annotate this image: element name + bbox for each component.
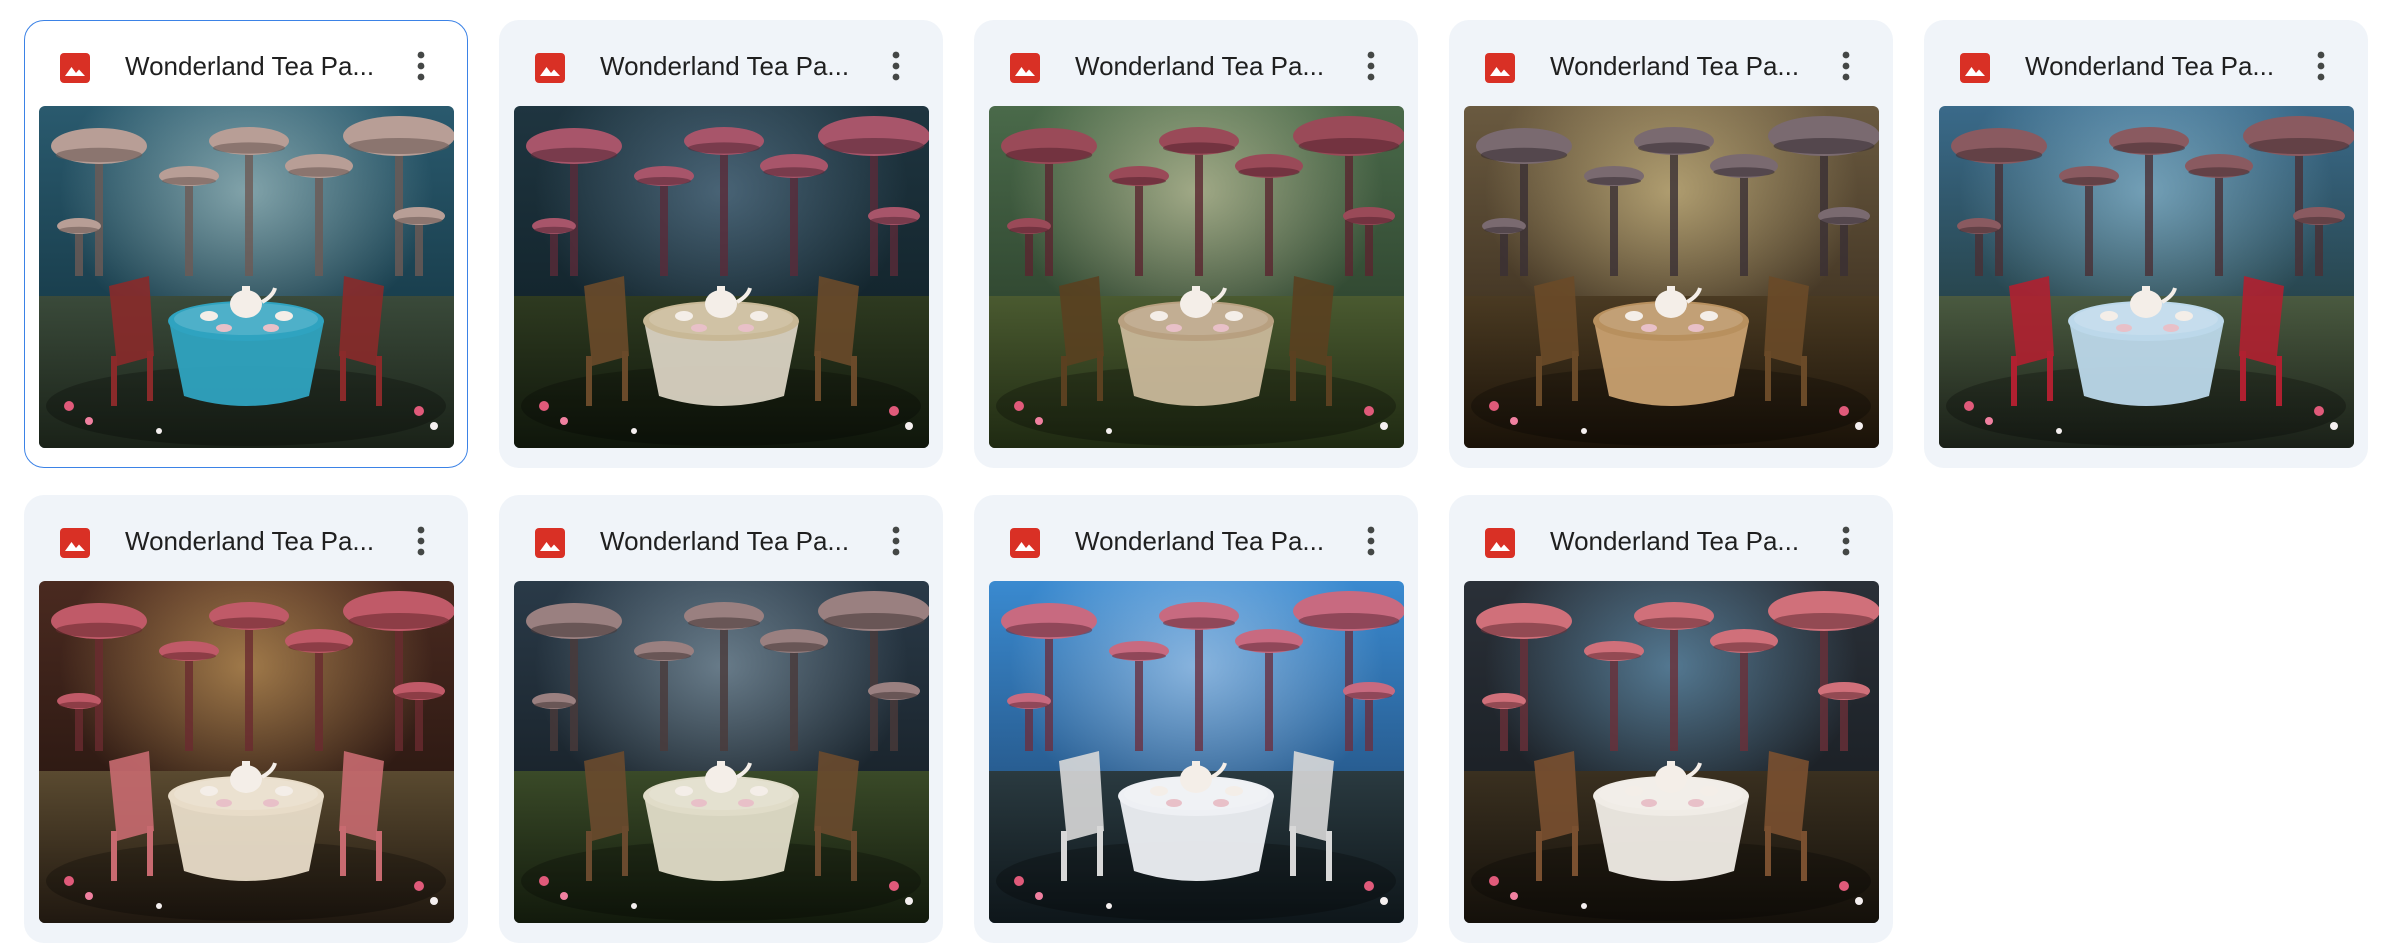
- file-thumbnail[interactable]: [39, 581, 454, 923]
- file-card[interactable]: Wonderland Tea Pa...: [1924, 20, 2368, 468]
- file-card-header: Wonderland Tea Pa...: [500, 496, 942, 580]
- file-card[interactable]: Wonderland Tea Pa...: [974, 495, 1418, 943]
- more-options-button[interactable]: [1349, 45, 1393, 89]
- more-vert-icon: [1349, 51, 1393, 81]
- more-options-button[interactable]: [2299, 45, 2343, 89]
- file-card[interactable]: Wonderland Tea Pa...: [499, 495, 943, 943]
- file-card[interactable]: Wonderland Tea Pa...: [24, 495, 468, 943]
- file-title[interactable]: Wonderland Tea Pa...: [2025, 49, 2287, 83]
- more-options-button[interactable]: [399, 520, 443, 564]
- more-vert-icon: [1824, 526, 1868, 556]
- more-vert-icon: [2299, 51, 2343, 81]
- file-card-header: Wonderland Tea Pa...: [975, 496, 1417, 580]
- file-title[interactable]: Wonderland Tea Pa...: [125, 49, 387, 83]
- file-thumbnail[interactable]: [514, 581, 929, 923]
- file-card-header: Wonderland Tea Pa...: [1450, 496, 1892, 580]
- more-options-button[interactable]: [1824, 520, 1868, 564]
- more-vert-icon: [399, 51, 443, 81]
- more-vert-icon: [1824, 51, 1868, 81]
- file-card-header: Wonderland Tea Pa...: [1925, 21, 2367, 105]
- file-card-header: Wonderland Tea Pa...: [975, 21, 1417, 105]
- image-file-icon: [59, 52, 91, 84]
- file-card[interactable]: Wonderland Tea Pa...: [1449, 495, 1893, 943]
- image-file-icon: [534, 527, 566, 559]
- file-thumbnail[interactable]: [1464, 106, 1879, 448]
- file-title[interactable]: Wonderland Tea Pa...: [125, 524, 387, 558]
- more-options-button[interactable]: [1824, 45, 1868, 89]
- file-card-header: Wonderland Tea Pa...: [1450, 21, 1892, 105]
- more-vert-icon: [874, 51, 918, 81]
- more-vert-icon: [1349, 526, 1393, 556]
- file-thumbnail[interactable]: [39, 106, 454, 448]
- file-thumbnail[interactable]: [1464, 581, 1879, 923]
- file-title[interactable]: Wonderland Tea Pa...: [600, 524, 862, 558]
- file-title[interactable]: Wonderland Tea Pa...: [1075, 524, 1337, 558]
- image-file-icon: [1959, 52, 1991, 84]
- file-card-header: Wonderland Tea Pa...: [500, 21, 942, 105]
- file-thumbnail[interactable]: [1939, 106, 2354, 448]
- file-card[interactable]: Wonderland Tea Pa...: [499, 20, 943, 468]
- file-thumbnail[interactable]: [989, 581, 1404, 923]
- file-title[interactable]: Wonderland Tea Pa...: [1550, 49, 1812, 83]
- file-thumbnail[interactable]: [514, 106, 929, 448]
- more-options-button[interactable]: [399, 45, 443, 89]
- file-title[interactable]: Wonderland Tea Pa...: [1550, 524, 1812, 558]
- file-grid: Wonderland Tea Pa... Wonderland Tea Pa..…: [0, 0, 2388, 952]
- file-card[interactable]: Wonderland Tea Pa...: [974, 20, 1418, 468]
- file-title[interactable]: Wonderland Tea Pa...: [600, 49, 862, 83]
- image-file-icon: [59, 527, 91, 559]
- image-file-icon: [1009, 52, 1041, 84]
- file-card-header: Wonderland Tea Pa...: [25, 21, 467, 105]
- file-card[interactable]: Wonderland Tea Pa...: [1449, 20, 1893, 468]
- image-file-icon: [1484, 527, 1516, 559]
- file-title[interactable]: Wonderland Tea Pa...: [1075, 49, 1337, 83]
- more-vert-icon: [399, 526, 443, 556]
- more-options-button[interactable]: [874, 45, 918, 89]
- image-file-icon: [1484, 52, 1516, 84]
- more-options-button[interactable]: [874, 520, 918, 564]
- file-card[interactable]: Wonderland Tea Pa...: [24, 20, 468, 468]
- file-thumbnail[interactable]: [989, 106, 1404, 448]
- more-options-button[interactable]: [1349, 520, 1393, 564]
- more-vert-icon: [874, 526, 918, 556]
- image-file-icon: [1009, 527, 1041, 559]
- file-card-header: Wonderland Tea Pa...: [25, 496, 467, 580]
- image-file-icon: [534, 52, 566, 84]
